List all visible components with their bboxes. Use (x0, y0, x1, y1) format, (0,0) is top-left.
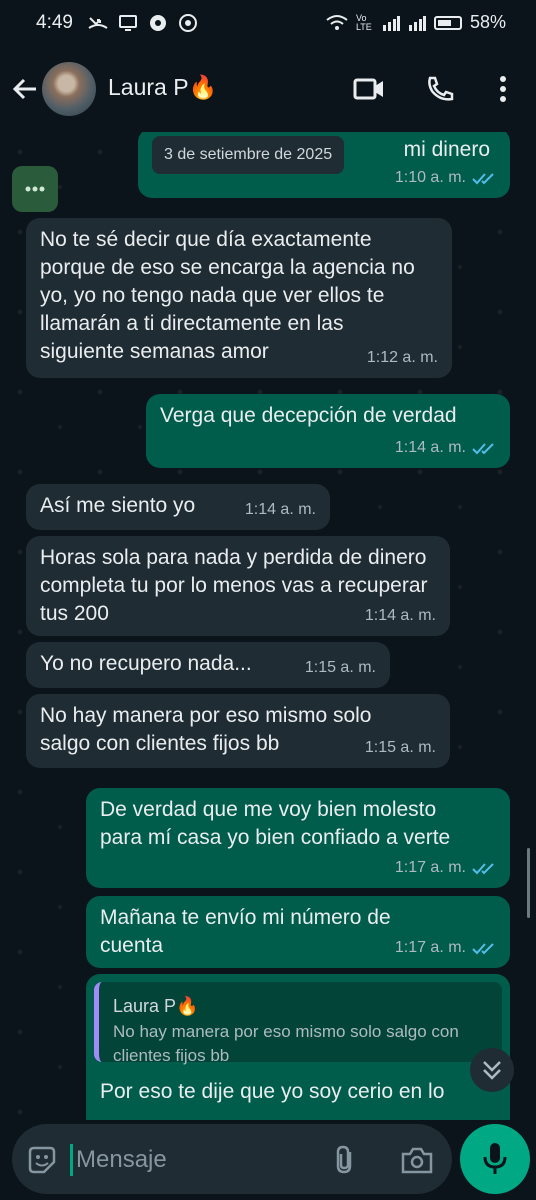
message-bubble-reply[interactable]: Laura P🔥 No hay manera por eso mismo sol… (86, 974, 510, 1120)
chat-area[interactable]: mi dinero 1:10 a. m. 3 de setiembre de 2… (0, 132, 536, 1120)
more-options-icon[interactable] (488, 74, 522, 104)
message-text: De verdad que me voy bien molesto para m… (100, 798, 451, 849)
message-bubble-in[interactable]: Horas sola para nada y perdida de dinero… (26, 536, 450, 636)
avatar[interactable] (42, 62, 96, 116)
message-bubble-in[interactable]: No hay manera por eso mismo solo salgo c… (26, 694, 450, 768)
read-ticks-icon (472, 443, 494, 455)
message-text: mi dinero (403, 138, 490, 161)
back-arrow-icon[interactable] (10, 74, 40, 104)
message-bubble-in[interactable]: Yo no recupero nada... 1:15 a. m. (26, 642, 390, 688)
ellipsis-icon (25, 186, 45, 192)
message-bubble-in[interactable]: No te sé decir que día exactamente porqu… (26, 218, 452, 378)
video-call-icon[interactable] (352, 74, 386, 104)
chat-header: Laura P🔥 (0, 48, 536, 132)
message-text: No hay manera por eso mismo solo salgo c… (40, 704, 372, 755)
app-icon (150, 15, 166, 31)
message-bubble-out[interactable]: Verga que decepción de verdad 1:14 a. m. (146, 394, 510, 468)
status-right: Vo LTE 58% (326, 12, 506, 33)
message-input[interactable]: Mensaje (12, 1124, 452, 1194)
message-bubble-out[interactable]: Mañana te envío mi número de cuenta 1:17… (86, 896, 510, 968)
message-text: Verga que decepción de verdad (160, 404, 457, 427)
message-time: 1:15 a. m. (364, 739, 436, 756)
message-time: 1:17 a. m. (395, 854, 496, 882)
read-ticks-icon (472, 943, 494, 955)
signal2-icon (408, 15, 426, 31)
message-time: 1:14 a. m. (364, 607, 436, 624)
text-cursor (70, 1144, 73, 1176)
quoted-message[interactable]: Laura P🔥 No hay manera por eso mismo sol… (94, 982, 502, 1065)
message-time: 1:12 a. m. (366, 349, 438, 366)
battery-percent: 58% (469, 12, 506, 32)
microphone-icon (483, 1143, 507, 1174)
signal-icon (382, 15, 400, 31)
contact-name[interactable]: Laura P🔥 (108, 74, 217, 101)
status-time: 4:49 (36, 12, 73, 33)
screen-icon (119, 15, 137, 31)
mic-button[interactable] (460, 1124, 530, 1194)
scrollbar[interactable] (527, 848, 530, 918)
read-ticks-icon (472, 863, 494, 875)
message-time: 1:10 a. m. (395, 164, 496, 192)
battery-icon (433, 15, 462, 30)
double-chevron-down-icon (483, 1061, 501, 1080)
emoji-sticker-icon[interactable] (26, 1144, 58, 1176)
volte-label: Vo LTE (355, 12, 372, 32)
message-placeholder: Mensaje (76, 1146, 167, 1173)
status-notification-icons (88, 14, 198, 32)
wifi-icon (326, 14, 348, 30)
message-bubble-in[interactable]: Así me siento yo 1:14 a. m. (26, 484, 330, 530)
quoted-name: Laura P🔥 (113, 996, 199, 1016)
message-time: 1:14 a. m. (244, 501, 316, 518)
camera-icon[interactable] (400, 1146, 434, 1174)
app2-icon (179, 14, 197, 32)
message-time: 1:15 a. m. (304, 659, 376, 676)
more-messages-chip[interactable] (12, 166, 58, 212)
message-time: 1:14 a. m. (395, 434, 496, 462)
voice-call-icon[interactable] (424, 74, 458, 104)
scroll-down-button[interactable] (470, 1048, 514, 1092)
missed-call-icon (88, 17, 108, 29)
message-time: 1:17 a. m. (395, 934, 496, 962)
read-ticks-icon (472, 173, 494, 185)
message-text: Por eso te dije que yo soy cerio en lo (100, 1080, 445, 1103)
date-chip: 3 de setiembre de 2025 (152, 136, 345, 174)
quoted-text: No hay manera por eso mismo solo salgo c… (113, 1022, 459, 1065)
message-bubble-out[interactable]: De verdad que me voy bien molesto para m… (86, 788, 510, 888)
attach-icon[interactable] (332, 1144, 360, 1176)
status-bar: 4:49 Vo LTE 58% (0, 0, 536, 48)
input-bar: Mensaje (0, 1120, 536, 1200)
